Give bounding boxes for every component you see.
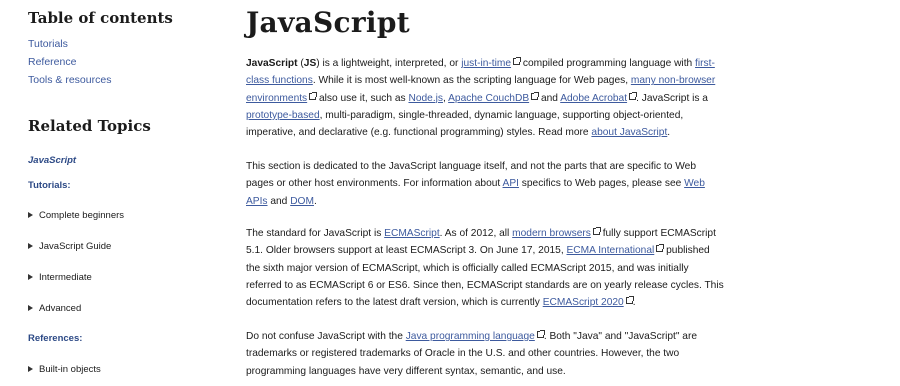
scope-paragraph: This section is dedicated to the JavaScr… xyxy=(246,161,705,207)
external-link-icon xyxy=(656,244,665,253)
link-modern-browsers[interactable]: modern browsers xyxy=(512,228,591,239)
disclosure-triangle-icon xyxy=(28,243,33,249)
related-topics-title: Related Topics xyxy=(28,117,151,135)
external-link-icon xyxy=(625,296,634,305)
toc-title: Table of contents xyxy=(28,9,173,27)
toc-link-tutorials[interactable]: Tutorials xyxy=(28,38,68,50)
link-about-javascript[interactable]: about JavaScript xyxy=(591,127,667,138)
toc-link-reference[interactable]: Reference xyxy=(28,56,76,68)
disclosure-triangle-icon xyxy=(28,212,33,218)
disclosure-triangle-icon xyxy=(28,305,33,311)
sidebar-item-complete-beginners[interactable]: Complete beginners xyxy=(28,210,124,221)
term-javascript: JavaScript xyxy=(246,58,298,69)
external-link-icon xyxy=(513,57,522,65)
link-ecmascript-2020[interactable]: ECMAScript 2020 xyxy=(543,297,624,308)
link-apache-couchdb[interactable]: Apache CouchDB xyxy=(448,93,529,104)
sidebar-item-intermediate[interactable]: Intermediate xyxy=(28,272,92,283)
sidebar-item-label: Advanced xyxy=(39,303,82,314)
related-current-javascript[interactable]: JavaScript xyxy=(28,155,76,166)
link-adobe-acrobat[interactable]: Adobe Acrobat xyxy=(560,93,627,104)
link-nodejs[interactable]: Node.js xyxy=(408,93,443,104)
link-prototype-based[interactable]: prototype-based xyxy=(246,110,320,121)
sidebar-item-label: Built-in objects xyxy=(39,364,101,375)
sidebar-item-built-in-objects[interactable]: Built-in objects xyxy=(28,364,101,375)
related-references-heading[interactable]: References: xyxy=(28,333,82,344)
page-title: JavaScript xyxy=(246,6,410,39)
java-confusion-paragraph: Do not confuse JavaScript with the Java … xyxy=(246,330,698,377)
disclosure-triangle-icon xyxy=(28,366,33,372)
link-just-in-time[interactable]: just-in-time xyxy=(461,58,511,69)
external-link-icon xyxy=(629,91,638,100)
link-dom[interactable]: DOM xyxy=(290,196,314,207)
disclosure-triangle-icon xyxy=(28,274,33,280)
external-link-icon xyxy=(531,91,540,100)
term-js: JS xyxy=(303,58,317,69)
link-api[interactable]: API xyxy=(503,178,519,189)
sidebar-item-advanced[interactable]: Advanced xyxy=(28,303,81,314)
sidebar-item-label: Complete beginners xyxy=(39,210,125,221)
external-link-icon xyxy=(536,330,545,338)
sidebar-item-label: JavaScript Guide xyxy=(39,241,112,252)
external-link-icon xyxy=(309,91,318,100)
link-ecmascript[interactable]: ECMAScript xyxy=(384,228,439,239)
external-link-icon xyxy=(592,227,601,235)
related-tutorials-heading[interactable]: Tutorials: xyxy=(28,180,71,191)
toc-link-tools-resources[interactable]: Tools & resources xyxy=(28,74,111,86)
link-ecma-international[interactable]: ECMA International xyxy=(567,245,655,256)
intro-paragraph: JavaScript (JS) is a lightweight, interp… xyxy=(246,57,716,139)
sidebar-item-javascript-guide[interactable]: JavaScript Guide xyxy=(28,241,111,252)
standard-paragraph: The standard for JavaScript is ECMAScrip… xyxy=(246,227,724,309)
link-java-programming-language[interactable]: Java programming language xyxy=(406,331,535,342)
sidebar-item-label: Intermediate xyxy=(39,272,92,283)
